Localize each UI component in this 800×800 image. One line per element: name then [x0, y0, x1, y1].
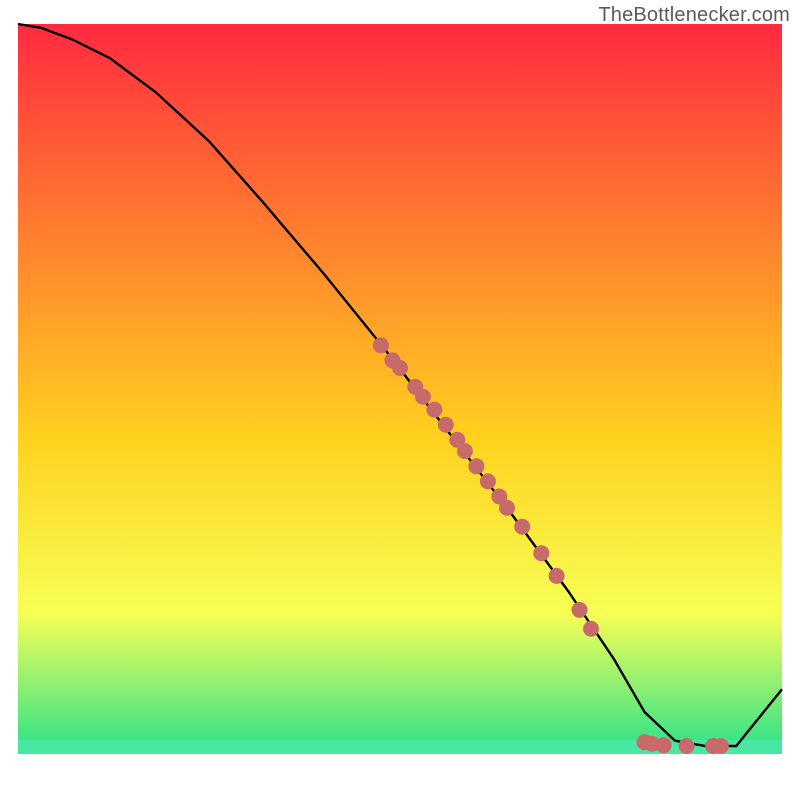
scatter-point: [480, 473, 496, 489]
chart-container: TheBottlenecker.com: [0, 0, 800, 800]
scatter-point: [679, 738, 695, 754]
scatter-point: [549, 568, 565, 584]
scatter-point: [533, 545, 549, 561]
gradient-background: [18, 24, 782, 780]
baseline-white: [18, 754, 782, 780]
scatter-point: [499, 500, 515, 516]
scatter-point: [514, 519, 530, 535]
scatter-point: [583, 621, 599, 637]
scatter-point: [457, 443, 473, 459]
scatter-point: [656, 737, 672, 753]
scatter-point: [392, 360, 408, 376]
scatter-point: [713, 738, 729, 754]
plot-area: [18, 24, 782, 780]
scatter-point: [572, 602, 588, 618]
scatter-point: [426, 402, 442, 418]
scatter-point: [438, 417, 454, 433]
scatter-point: [415, 389, 431, 405]
chart-svg: [0, 0, 800, 800]
scatter-point: [468, 458, 484, 474]
attribution-label: TheBottlenecker.com: [598, 4, 790, 27]
scatter-point: [373, 337, 389, 353]
